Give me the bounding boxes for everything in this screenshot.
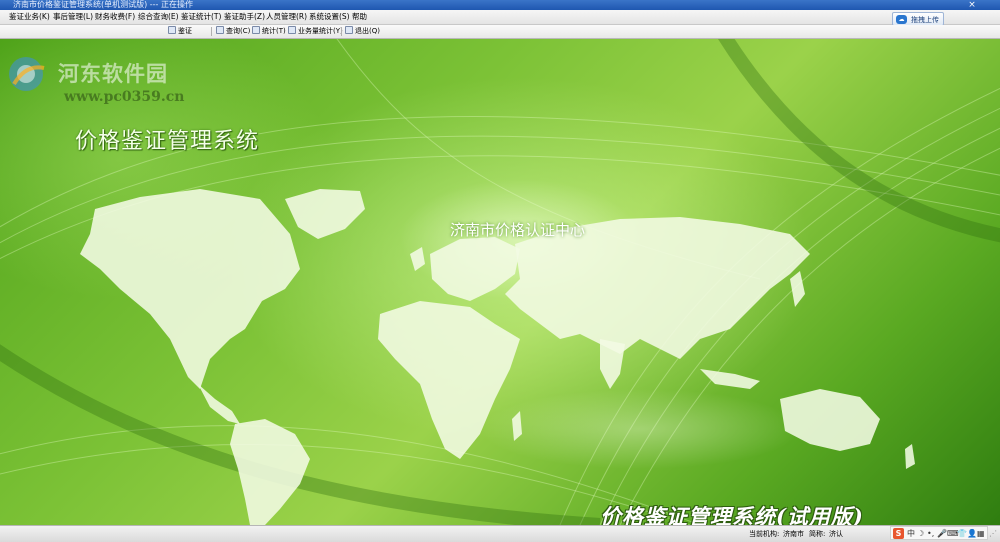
ime-grid-icon[interactable]: ▦: [977, 528, 985, 539]
ime-toolbar[interactable]: S 中 ☽ •, 🎤 ⌨ 👕 👤 ▦: [890, 526, 988, 540]
toolbar-appraisal-label: 鉴证: [178, 27, 192, 35]
close-icon[interactable]: ×: [966, 0, 978, 10]
document-icon: [168, 26, 176, 34]
org-label: 当前机构:: [749, 530, 780, 538]
background-artwork: [0, 39, 1000, 525]
system-title: 价格鉴证管理系统: [75, 129, 260, 154]
window-title: 济南市价格鉴证管理系统(单机测试版) --- 正在操作: [13, 0, 193, 9]
toolbar-query-button[interactable]: 查询(C): [216, 25, 250, 38]
search-icon: [216, 26, 224, 34]
menu-item-query[interactable]: 综合查询(E): [138, 11, 179, 23]
status-bar: 当前机构: 济南市 简称: 济认: [0, 525, 1000, 542]
sogou-ime-icon[interactable]: S: [893, 528, 904, 539]
main-canvas: 河东软件园 www.pc0359.cn 价格鉴证管理系统 济南市价格认证中心 价…: [0, 39, 1000, 525]
abbr-value: 济认: [829, 530, 843, 538]
exit-icon: [345, 26, 353, 34]
cloud-upload-icon: ☁: [896, 15, 907, 24]
upload-button-label: 拖拽上传: [911, 16, 939, 24]
stats-icon: [288, 26, 296, 34]
toolbar-exit-label: 退出(Q): [355, 27, 380, 35]
resize-grip-icon[interactable]: ⋰: [989, 529, 998, 538]
menu-item-finance[interactable]: 财务收费(F): [95, 11, 135, 23]
org-value: 济南市: [783, 530, 804, 538]
toolbar-separator: [341, 27, 342, 36]
toolbar-appraisal-button[interactable]: 鉴证: [168, 25, 192, 38]
center-name: 济南市价格认证中心: [450, 221, 586, 239]
ime-punct-icon[interactable]: •,: [927, 528, 934, 539]
toolbar-exit-button[interactable]: 退出(Q): [345, 25, 380, 38]
watermark-name: 河东软件园: [58, 62, 168, 86]
toolbar-volume-button[interactable]: 业务量统计(Y): [288, 25, 343, 38]
title-bar: 济南市价格鉴证管理系统(单机测试版) --- 正在操作 ×: [0, 0, 1000, 10]
ime-mic-icon[interactable]: 🎤: [937, 528, 947, 539]
menu-item-aftercare[interactable]: 事后管理(L): [53, 11, 93, 23]
chart-icon: [252, 26, 260, 34]
ime-user-icon[interactable]: 👤: [967, 528, 977, 539]
trial-title: 价格鉴证管理系统(试用版): [600, 504, 864, 525]
abbr-label: 简称:: [809, 530, 826, 538]
menu-item-statistics[interactable]: 鉴证统计(T): [181, 11, 221, 23]
menu-item-help[interactable]: 帮助: [352, 11, 367, 23]
toolbar-query-label: 查询(C): [226, 27, 251, 35]
menu-item-personnel[interactable]: 人员管理(R): [266, 11, 307, 23]
menu-bar: 鉴证业务(K) 事后管理(L) 财务收费(F) 综合查询(E) 鉴证统计(T) …: [0, 10, 1000, 25]
watermark-site: www.pc0359.cn: [64, 89, 185, 105]
toolbar: 鉴证 查询(C) 统计(T) 业务量统计(Y) 退出(Q): [0, 25, 1000, 39]
ime-skin-icon[interactable]: 👕: [957, 528, 967, 539]
toolbar-stats-button[interactable]: 统计(T): [252, 25, 286, 38]
watermark-emblem-icon: [9, 57, 45, 91]
menu-item-settings[interactable]: 系统设置(S): [309, 11, 350, 23]
menu-item-assistant[interactable]: 鉴证助手(Z): [224, 11, 265, 23]
toolbar-volume-label: 业务量统计(Y): [298, 27, 343, 35]
toolbar-stats-label: 统计(T): [262, 27, 286, 35]
menu-item-appraisal[interactable]: 鉴证业务(K): [9, 11, 50, 23]
ime-moon-icon[interactable]: ☽: [917, 528, 924, 539]
ime-chinese-icon[interactable]: 中: [907, 528, 915, 539]
upload-button[interactable]: ☁ 拖拽上传: [892, 12, 944, 26]
toolbar-separator: [211, 27, 212, 36]
